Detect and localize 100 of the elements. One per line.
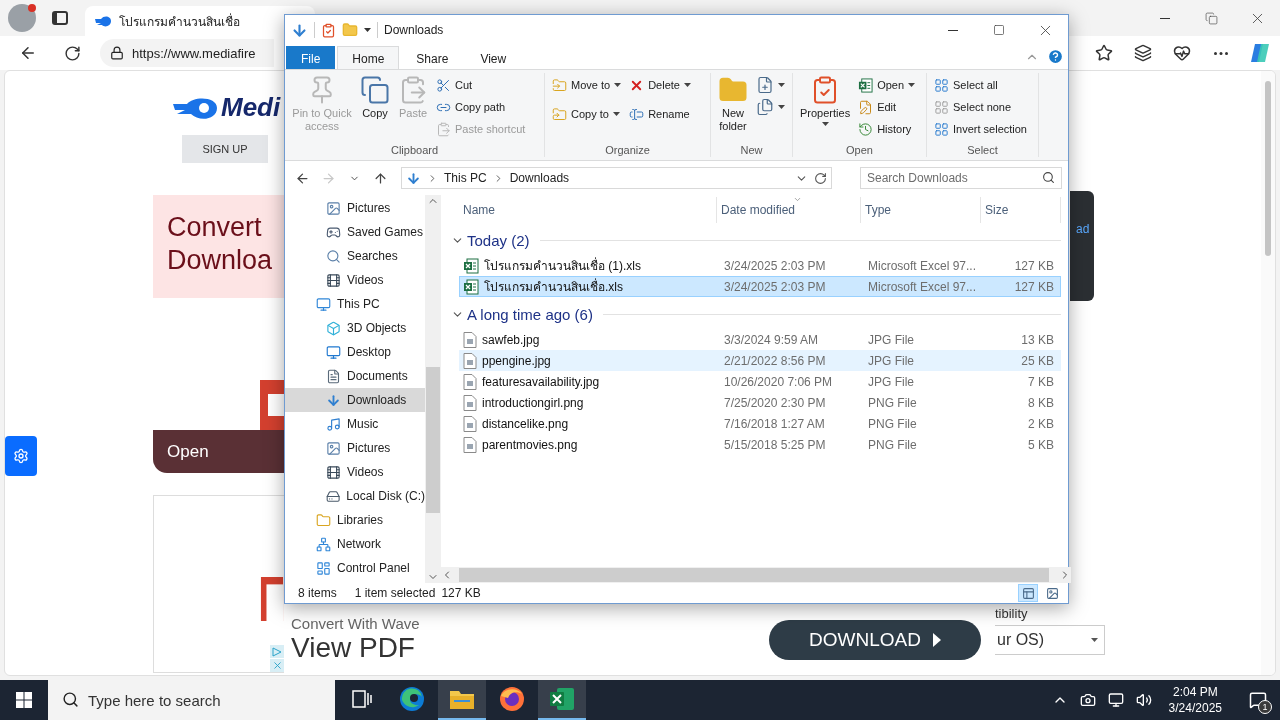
file-row[interactable]: introductiongirl.png 7/25/2020 2:30 PM PNG File 8 KB	[459, 392, 1061, 413]
ribbon-button[interactable]: Copy	[357, 73, 393, 122]
group-label: New	[739, 143, 764, 157]
group-label: Organize	[604, 143, 651, 157]
nav-item[interactable]: Control Panel	[285, 556, 425, 580]
file-size: 13 KB	[1020, 332, 1055, 347]
address-field[interactable]: This PC Downloads	[401, 167, 832, 189]
file-row[interactable]: distancelike.png 7/16/2018 1:27 AM PNG File 2 KB	[459, 413, 1061, 434]
taskbar-search-field[interactable]: Type here to search	[48, 680, 335, 720]
file-date: 7/16/2018 1:27 AM	[723, 416, 826, 431]
file-name: parentmovies.png	[482, 437, 578, 452]
ribbon-button[interactable]: Select all	[931, 75, 1030, 95]
nav-item[interactable]: Videos	[285, 268, 425, 292]
nav-item[interactable]: This PC	[285, 292, 425, 316]
new-folder-button[interactable]: New folder	[715, 73, 751, 135]
breadcrumb[interactable]: This PC	[444, 171, 487, 185]
file-row[interactable]: sawfeb.jpg 3/3/2024 9:59 AM JPG File 13 KB	[459, 329, 1061, 350]
sign-up-button[interactable]: SIGN UP	[182, 135, 268, 163]
open-button[interactable]: Open	[153, 430, 284, 473]
nav-item[interactable]: Local Disk (C:)	[285, 484, 425, 508]
file-type: JPG File	[867, 353, 915, 368]
file-date: 7/25/2020 2:30 PM	[723, 395, 827, 410]
file-row[interactable]: ppengine.jpg 2/21/2022 8:56 PM JPG File 25 KB	[459, 350, 1061, 371]
nav-item[interactable]: 3D Objects	[285, 316, 425, 340]
file-type: PNG File	[867, 416, 918, 431]
group-label: Clipboard	[389, 143, 440, 157]
file-size: 8 KB	[1027, 395, 1055, 410]
ribbon-tab[interactable]: View	[465, 46, 522, 70]
file-type: JPG File	[867, 374, 915, 389]
ribbon-button[interactable]: Cut	[433, 75, 529, 95]
file-name: featuresavailability.jpg	[482, 374, 600, 389]
file-size: 127 KB	[1013, 258, 1055, 273]
clock[interactable]: 2:04 PM 3/24/2025	[1160, 684, 1230, 716]
ribbon-button[interactable]: Open	[855, 75, 919, 95]
file-type: PNG File	[867, 437, 918, 452]
file-row[interactable]: featuresavailability.jpg 10/26/2020 7:06 PM JPG File 7 KB	[459, 371, 1061, 392]
file-date: 5/15/2018 5:25 PM	[723, 437, 827, 452]
file-row[interactable]: โปรแกรมคำนวนสินเชื่อ (1).xls 3/24/2025 2:03 PM Microsoft Excel 97... 127 KB	[459, 255, 1061, 276]
ribbon-button[interactable]: Copy to	[549, 104, 625, 124]
column-header[interactable]: Date modified	[717, 197, 861, 223]
ribbon-tab[interactable]: Home	[337, 46, 400, 70]
ribbon-button[interactable]: Rename	[626, 104, 694, 124]
file-row[interactable]: โปรแกรมคำนวนสินเชื่อ.xls 3/24/2025 2:03 PM Microsoft Excel 97... 127 KB	[459, 276, 1061, 297]
window-title: Downloads	[384, 23, 444, 37]
breadcrumb[interactable]: Downloads	[509, 171, 570, 185]
download-button[interactable]: DOWNLOAD	[769, 619, 981, 660]
ribbon-button[interactable]: Edit	[855, 97, 919, 117]
file-size: 5 KB	[1027, 437, 1055, 452]
ribbon-button[interactable]: Select none	[931, 97, 1030, 117]
file-name: โปรแกรมคำนวนสินเชื่อ (1).xls	[484, 256, 641, 275]
file-name: distancelike.png	[482, 416, 569, 431]
nav-item[interactable]: Saved Games	[285, 220, 425, 244]
os-select[interactable]: ur OS)	[995, 625, 1105, 655]
file-size: 25 KB	[1020, 353, 1055, 368]
ribbon-button[interactable]: Properties	[797, 73, 854, 128]
logo-text: Medi	[221, 92, 281, 123]
panel-text: ad	[1076, 222, 1090, 236]
search-field[interactable]: Search Downloads	[860, 167, 1062, 189]
ribbon-button[interactable]: Copy path	[433, 97, 529, 117]
ribbon-button[interactable]: Invert selection	[931, 119, 1030, 139]
column-header[interactable]: Size	[981, 197, 1061, 223]
group-header[interactable]: A long time ago (6)	[451, 305, 593, 323]
banner-heading: Downloa	[167, 244, 274, 277]
file-row[interactable]: parentmovies.png 5/15/2018 5:25 PM PNG File 5 KB	[459, 434, 1061, 455]
nav-item[interactable]: Videos	[285, 460, 425, 484]
file-name: ppengine.jpg	[482, 353, 551, 368]
notifications-button[interactable]: 1	[1236, 680, 1280, 720]
group-label: Select	[966, 143, 999, 157]
nav-item[interactable]: Music	[285, 412, 425, 436]
nav-item[interactable]: Pictures	[285, 196, 425, 220]
nav-item[interactable]: Pictures	[285, 436, 425, 460]
column-header[interactable]: Name	[459, 197, 717, 223]
ribbon-tab[interactable]: Share	[401, 46, 464, 70]
file-type: Microsoft Excel 97...	[867, 258, 978, 273]
file-size: 127 KB	[1013, 279, 1055, 294]
item-count: 8 items	[298, 586, 337, 600]
file-date: 3/3/2024 9:59 AM	[723, 332, 820, 347]
group-header[interactable]: Today (2)	[451, 231, 530, 249]
file-type: Microsoft Excel 97...	[867, 279, 978, 294]
ad-tagline: Convert With Wave	[291, 615, 420, 632]
file-date: 3/24/2025 2:03 PM	[723, 279, 827, 294]
nav-item[interactable]: Searches	[285, 244, 425, 268]
ribbon-tab[interactable]: File	[286, 46, 336, 70]
nav-item[interactable]: Network	[285, 532, 425, 556]
file-date: 2/21/2022 8:56 PM	[723, 353, 827, 368]
ribbon-button[interactable]: Move to	[549, 75, 625, 95]
nav-item[interactable]: Libraries	[285, 508, 425, 532]
nav-item[interactable]: Documents	[285, 364, 425, 388]
column-header[interactable]: Type	[861, 197, 981, 223]
file-name: โปรแกรมคำนวนสินเชื่อ.xls	[484, 277, 623, 296]
nav-item[interactable]: Desktop	[285, 340, 425, 364]
address-bar[interactable]: https://www.mediafire	[100, 39, 274, 67]
ribbon-button[interactable]: History	[855, 119, 919, 139]
browser-tab[interactable]: โปรแกรมคำนวนสินเชื่อ	[85, 6, 315, 36]
ribbon-button[interactable]: Delete	[626, 75, 694, 95]
nav-item[interactable]: Downloads	[285, 388, 425, 412]
group-label: Open	[845, 143, 874, 157]
banner-heading: Convert	[167, 211, 263, 244]
file-name: sawfeb.jpg	[482, 332, 540, 347]
file-date: 3/24/2025 2:03 PM	[723, 258, 827, 273]
